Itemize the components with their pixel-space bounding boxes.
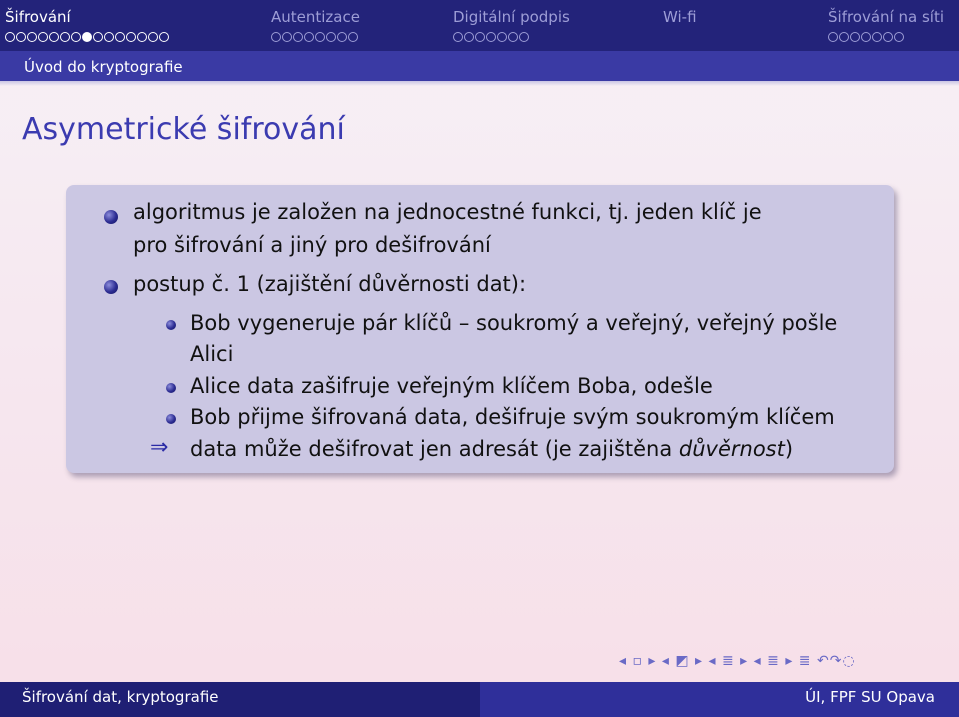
slide-dot[interactable] (872, 32, 882, 42)
bullet-text-continued: pro šifrování a jiný pro dešifrování (133, 233, 491, 257)
beamer-navigation-icons[interactable]: ◂ ▫ ▸ ◂ ◩ ▸ ◂ ≣ ▸ ◂ ≣ ▸ ≣ ↶↷◌ (619, 653, 856, 669)
subbullet-icon (166, 320, 176, 330)
conclusion-suffix: ) (784, 437, 794, 461)
subbullet-text: Alice data zašifruje veřejným klíčem Bob… (190, 374, 713, 398)
bullet-icon (104, 280, 118, 294)
nav-section-sifrovani[interactable]: Šifrování (5, 8, 169, 42)
conclusion-emphasis: důvěrnost (678, 437, 785, 461)
nav-section-wifi[interactable]: Wi-fi (663, 8, 697, 26)
slide-dot[interactable] (508, 32, 518, 42)
subbullet-text-continued: Alici (190, 342, 234, 366)
slide-dot[interactable] (60, 32, 70, 42)
slide-dot[interactable] (282, 32, 292, 42)
slide-dot[interactable] (104, 32, 114, 42)
slide-dot[interactable] (137, 32, 147, 42)
nav-section-label[interactable]: Wi-fi (663, 8, 697, 26)
slide-dot[interactable] (304, 32, 314, 42)
slide-dot[interactable] (293, 32, 303, 42)
slide-dot[interactable] (82, 32, 92, 42)
nav-section-label[interactable]: Autentizace (271, 8, 360, 26)
conclusion-text: data může dešifrovat jen adresát (je zaj… (190, 433, 793, 465)
footer-left: Šifrování dat, kryptografie (0, 682, 480, 717)
slide-title: Asymetrické šifrování (22, 112, 345, 147)
nav-section-sifrovani-na-siti[interactable]: Šifrování na síti (828, 8, 944, 42)
slide-dot[interactable] (49, 32, 59, 42)
footer-right: ÚI, FPF SU Opava (480, 682, 959, 717)
subbullet-text: Bob přijme šifrovaná data, dešifruje svý… (190, 405, 835, 429)
slide-dot[interactable] (16, 32, 26, 42)
slide-dot[interactable] (464, 32, 474, 42)
slide-dot[interactable] (348, 32, 358, 42)
slide-dot[interactable] (861, 32, 871, 42)
slide-dot[interactable] (519, 32, 529, 42)
nav-section-label[interactable]: Šifrování (5, 8, 169, 26)
slide-dots (828, 32, 944, 42)
slide-dot[interactable] (850, 32, 860, 42)
bullet-text: algoritmus je založen na jednocestné fun… (133, 200, 762, 224)
bullet-icon (104, 210, 118, 224)
slide-dot[interactable] (497, 32, 507, 42)
slide-dot[interactable] (126, 32, 136, 42)
nav-section-label[interactable]: Šifrování na síti (828, 8, 944, 26)
slide-dot[interactable] (326, 32, 336, 42)
subsection-bar: Úvod do kryptografie (0, 51, 959, 86)
slide-dot[interactable] (159, 32, 169, 42)
slide-dot[interactable] (828, 32, 838, 42)
conclusion-prefix: data může dešifrovat jen adresát (je zaj… (190, 437, 679, 461)
section-navigation-bar: Šifrování Autentizace Digitální podpis W… (0, 0, 959, 51)
subbullet-text: Bob vygeneruje pár klíčů – soukromý a ve… (190, 311, 838, 335)
nav-section-digitalni-podpis[interactable]: Digitální podpis (453, 8, 570, 42)
slide-dot[interactable] (148, 32, 158, 42)
slide-dot[interactable] (315, 32, 325, 42)
slide-dot[interactable] (38, 32, 48, 42)
slide-dots (271, 32, 360, 42)
slide-dot[interactable] (894, 32, 904, 42)
slide-dot[interactable] (115, 32, 125, 42)
slide-dot[interactable] (93, 32, 103, 42)
footer-title: Šifrování dat, kryptografie (22, 688, 219, 706)
slide-dot[interactable] (475, 32, 485, 42)
bullet-text: postup č. 1 (zajištění důvěrnosti dat): (133, 272, 527, 296)
nav-section-label[interactable]: Digitální podpis (453, 8, 570, 26)
slide-dot[interactable] (71, 32, 81, 42)
slide-dot[interactable] (486, 32, 496, 42)
slide-dot[interactable] (337, 32, 347, 42)
subbullet-icon (166, 414, 176, 424)
implies-arrow-icon: ⇒ (150, 435, 169, 460)
slide-dots (453, 32, 570, 42)
footer-institution: ÚI, FPF SU Opava (805, 688, 935, 706)
subbullet-icon (166, 383, 176, 393)
subsection-title[interactable]: Úvod do kryptografie (0, 58, 183, 76)
slide-dot[interactable] (271, 32, 281, 42)
slide-dot[interactable] (453, 32, 463, 42)
slide-dot[interactable] (839, 32, 849, 42)
slide-dot[interactable] (883, 32, 893, 42)
nav-section-autentizace[interactable]: Autentizace (271, 8, 360, 42)
slide-dots (5, 32, 169, 42)
slide-dot[interactable] (5, 32, 15, 42)
footer: Šifrování dat, kryptografie ÚI, FPF SU O… (0, 682, 959, 717)
slide-dot[interactable] (27, 32, 37, 42)
